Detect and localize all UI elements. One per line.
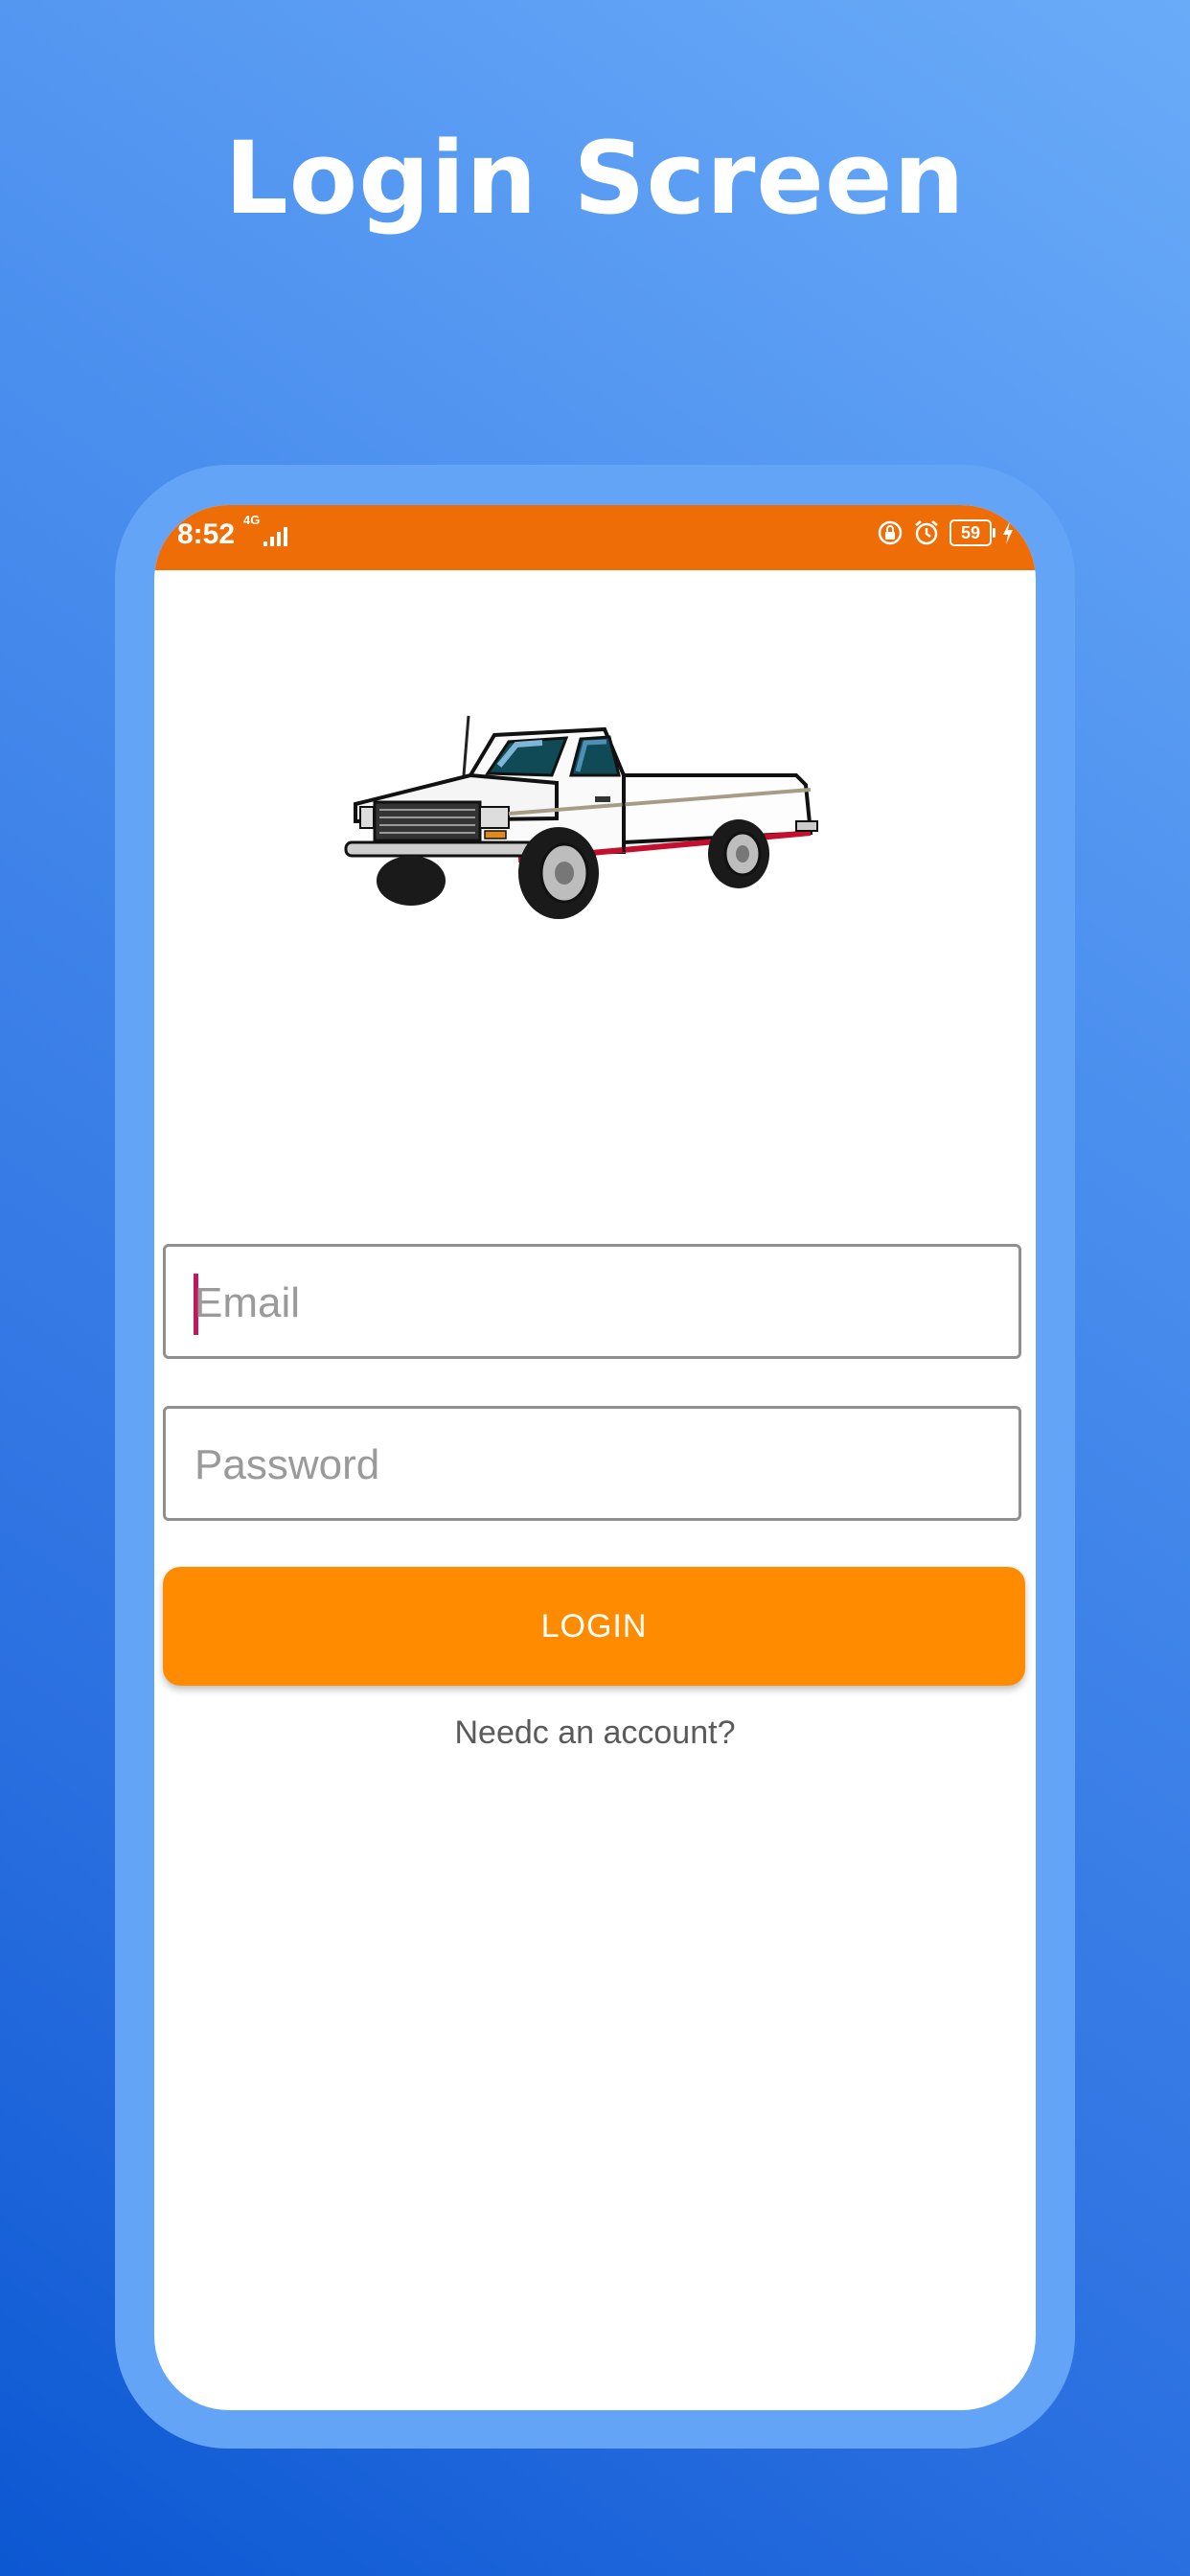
status-bar: 8:52 4G 59 [154, 505, 1036, 570]
status-icons-right: 59 [877, 519, 1015, 546]
need-account-link[interactable]: Needc an account? [154, 1714, 1036, 1752]
battery-icon: 59 [950, 519, 995, 546]
charging-icon [1003, 521, 1013, 544]
pickup-truck-illustration [344, 715, 818, 919]
login-button[interactable]: LOGIN [163, 1567, 1025, 1686]
password-placeholder: Password [195, 1441, 380, 1488]
network-type-label: 4G [243, 513, 261, 527]
email-field[interactable]: Email [163, 1244, 1021, 1359]
screen-lock-icon [878, 520, 903, 545]
status-time: 8:52 [177, 518, 236, 550]
alarm-icon [915, 520, 938, 545]
password-field[interactable]: Password [163, 1406, 1021, 1521]
signal-icon [263, 527, 287, 546]
page-headline: Login Screen [224, 120, 966, 237]
phone-screen: 8:52 4G 59 Email Password LOGIN Needc an… [154, 505, 1036, 2410]
email-placeholder: Email [195, 1279, 301, 1326]
